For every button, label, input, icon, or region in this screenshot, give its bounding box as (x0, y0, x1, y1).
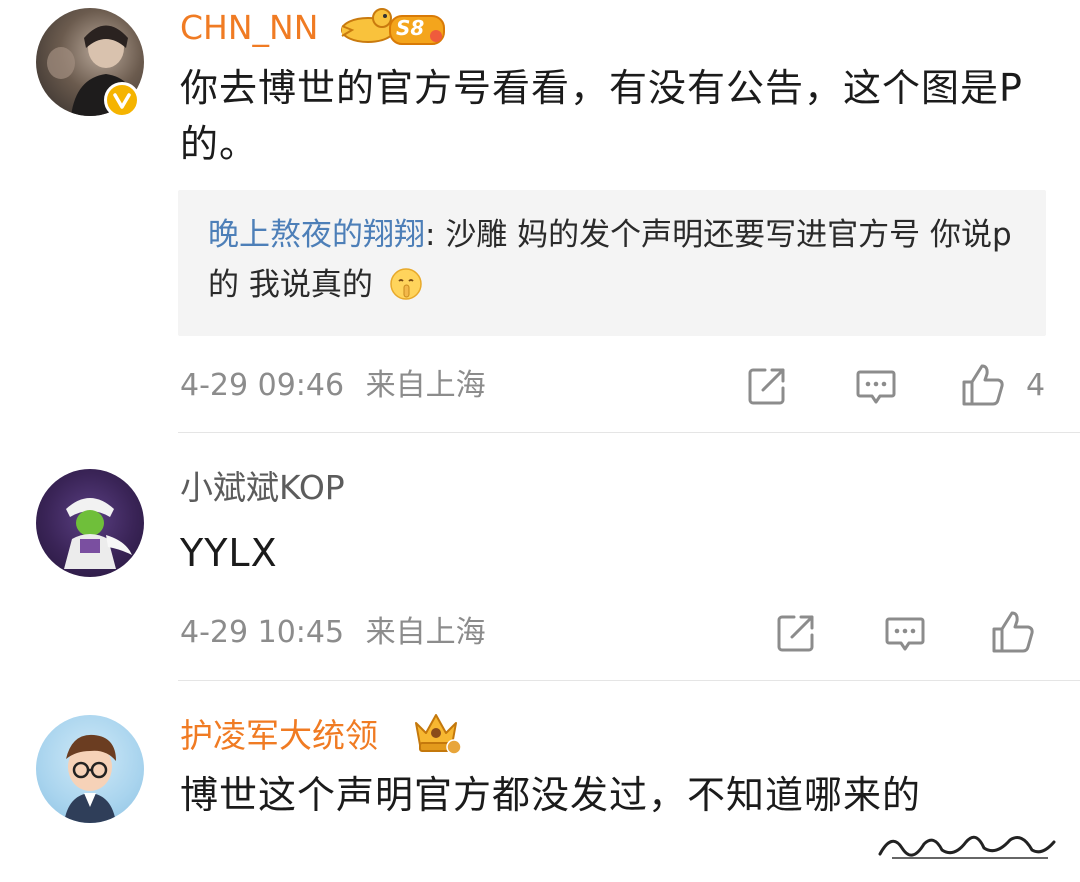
comment-text: 博世这个声明官方都没发过，不知道哪来的 (180, 773, 922, 817)
avatar-cartoon (64, 734, 116, 823)
share-icon[interactable] (745, 364, 789, 408)
comment-meta: 4-29 10:45 来自上海 (180, 613, 486, 653)
reply-preview[interactable]: 晚上熬夜的翔翔: 沙雕 妈的发个声明还要写进官方号 你说p的 我说真的 (178, 190, 1046, 336)
comment-location: 来自上海 (365, 368, 486, 403)
thumbs-up-icon[interactable] (960, 362, 1004, 406)
comment-time: 4-29 10:45 (180, 615, 345, 650)
watermark-signature (872, 824, 1062, 868)
comment-username[interactable]: CHN_NN (180, 8, 318, 48)
comment-1: CHN_NN S8 你去博世的官方号看看，有没有公告，这个图是P的。 晚上熬夜的… (0, 0, 1080, 432)
comment-username[interactable]: 护凌军大统领 (180, 716, 378, 756)
comment-location: 来自上海 (365, 615, 486, 650)
crown-badge-icon (410, 709, 462, 755)
level-badge-label: S8 (396, 16, 425, 40)
thumbs-up-icon[interactable] (990, 609, 1034, 653)
comment-text: 你去博世的官方号看看，有没有公告，这个图是P的。 (180, 66, 1023, 166)
comment-meta: 4-29 09:46 来自上海 (180, 366, 486, 406)
verified-badge-icon (104, 82, 140, 118)
comment-2: 小斌斌KOP YYLX 4-29 10:45 来自上海 (0, 433, 1080, 679)
reply-separator: : (425, 217, 446, 253)
like-count: 4 (1026, 368, 1046, 403)
shush-emoji-icon (389, 266, 423, 316)
reply-username[interactable]: 晚上熬夜的翔翔 (208, 217, 425, 253)
avatar[interactable] (36, 715, 144, 823)
comment-text: YYLX (180, 531, 278, 575)
share-icon[interactable] (774, 611, 818, 655)
avatar-cartoon (64, 498, 132, 569)
comment-time: 4-29 09:46 (180, 368, 345, 403)
comment-username[interactable]: 小斌斌KOP (180, 468, 345, 508)
avatar[interactable] (36, 469, 144, 577)
level-badge: S8 (338, 4, 448, 48)
comment-icon[interactable] (883, 611, 927, 655)
comment-icon[interactable] (854, 364, 898, 408)
